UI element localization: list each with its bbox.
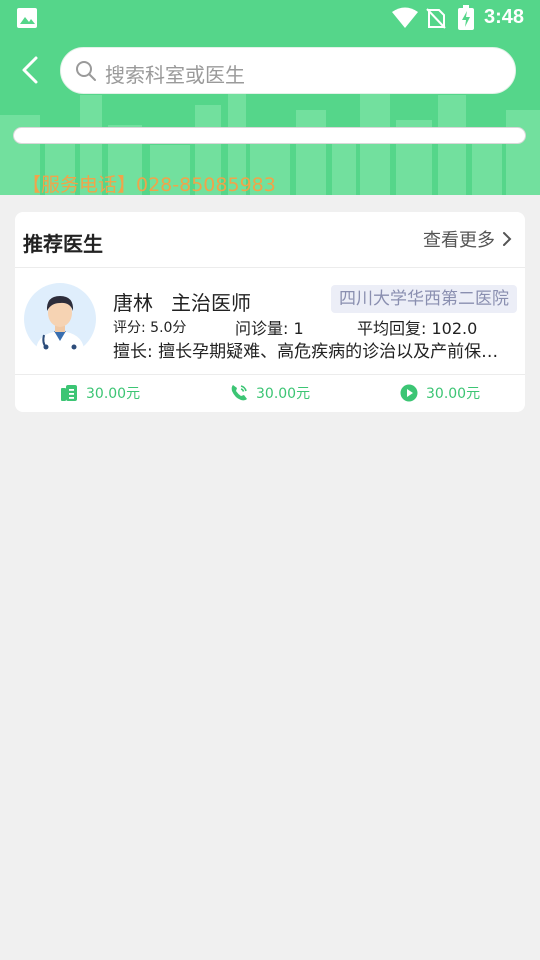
doctor-name: 唐林: [113, 291, 153, 315]
status-bar: 3:48: [0, 0, 540, 36]
doctor-title: 主治医师: [171, 291, 251, 315]
doctor-avatar: [24, 283, 96, 355]
doctor-specialty: 擅长: 擅长孕期疑难、高危疾病的诊治以及产前保健、产后康复等: [113, 342, 515, 362]
play-icon: [400, 384, 418, 402]
text-consult-price: 30.00元: [86, 386, 141, 402]
card-header: 推荐医生 查看更多: [15, 212, 525, 268]
doctor-list-item[interactable]: 唐林 主治医师 四川大学华西第二医院 评分: 5.0分 问诊量: 1 平均回复:…: [15, 269, 525, 373]
back-button[interactable]: [16, 52, 46, 88]
header: 3:48 搜索科室或医生 【服务电话】028-85085983: [0, 0, 540, 195]
search-placeholder: 搜索科室或医生: [105, 63, 245, 87]
phone-consult-price: 30.00元: [256, 386, 311, 402]
search-icon: [76, 61, 96, 81]
doctor-consult-count: 问诊量: 1: [235, 319, 304, 338]
banner-progress-bar: [13, 127, 526, 144]
status-time: 3:48: [484, 6, 525, 28]
see-more-label: 查看更多: [423, 230, 495, 251]
service-phone-text[interactable]: 【服务电话】028-85085983: [22, 170, 276, 195]
section-title: 推荐医生: [23, 232, 103, 256]
chevron-right-icon: [503, 232, 512, 246]
image-icon: [17, 8, 37, 28]
search-input[interactable]: 搜索科室或医生: [60, 47, 516, 94]
see-more-button[interactable]: 查看更多: [423, 226, 513, 252]
battery-charging-icon: [458, 5, 474, 30]
no-sim-icon: [426, 8, 446, 29]
document-icon: [61, 385, 77, 401]
phone-consult-button[interactable]: 30.00元: [230, 383, 310, 403]
consult-price-row: 30.00元 30.00元 30.00元: [15, 374, 525, 412]
video-consult-button[interactable]: 30.00元: [400, 383, 480, 403]
video-consult-price: 30.00元: [426, 386, 481, 402]
doctor-rating: 评分: 5.0分: [113, 320, 187, 336]
text-consult-button[interactable]: 30.00元: [60, 383, 140, 403]
phone-icon: [231, 385, 247, 401]
hospital-badge: 四川大学华西第二医院: [331, 285, 517, 313]
doctor-avg-reply: 平均回复: 102.0: [357, 319, 478, 338]
recommended-doctors-card: 推荐医生 查看更多 唐林 主治医师 四川大学华西第二医院 评分: 5.0分 问诊…: [15, 212, 525, 412]
wifi-icon: [392, 7, 418, 28]
